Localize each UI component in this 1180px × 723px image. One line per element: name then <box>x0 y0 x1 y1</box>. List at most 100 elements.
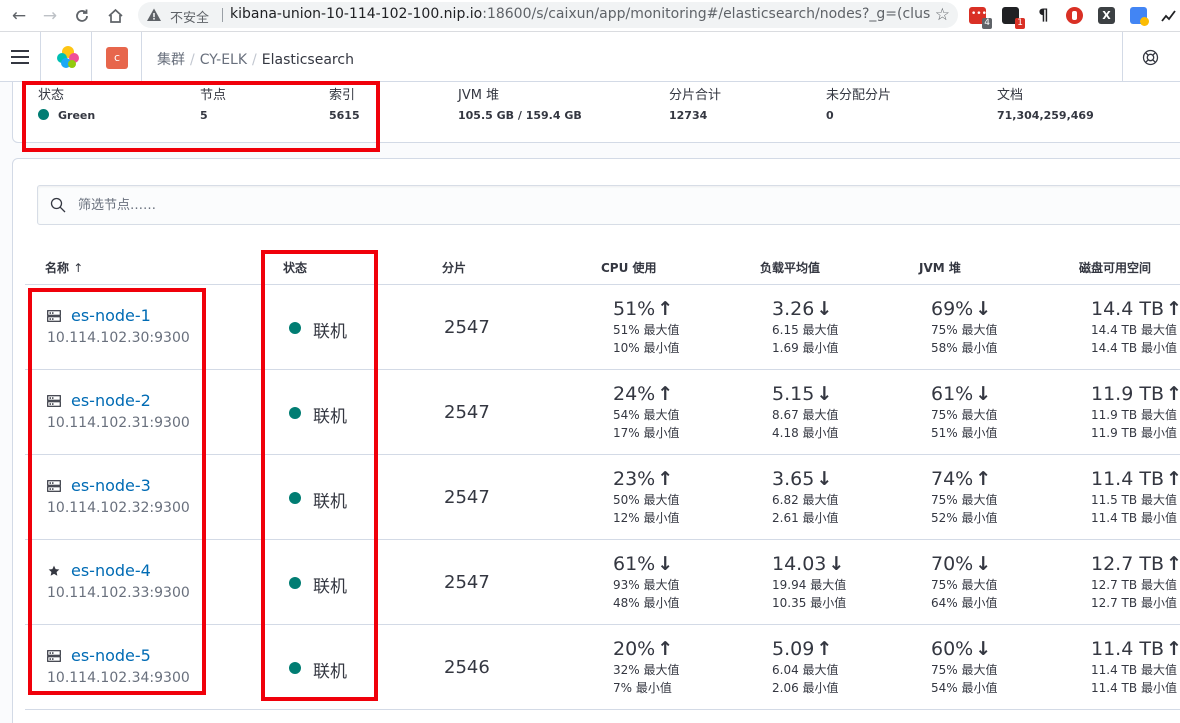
stat-value: 12734 <box>669 109 708 122</box>
trend-arrow-icon: ↑ <box>1166 638 1180 660</box>
trend-arrow-icon: ↓ <box>975 383 992 405</box>
url-text[interactable]: kibana-union-10-114-102-100.nip.io:18600… <box>230 6 930 22</box>
metric-max-label: 最大值 <box>643 493 680 507</box>
trend-arrow-icon: ↑ <box>657 468 674 490</box>
metric-jvm: 61% ↓ 75% 最大值 51% 最小值 <box>931 382 998 442</box>
node-filter[interactable] <box>37 185 1180 225</box>
metric-max-label: 最大值 <box>802 663 839 677</box>
adblock-extension-icon[interactable] <box>1066 7 1083 24</box>
column-header-jvm[interactable]: JVM 堆 <box>919 259 961 276</box>
metric-min-value: 11.4 TB <box>1091 511 1138 525</box>
metric-max-value: 75% <box>931 323 958 337</box>
metric-max-value: 32% <box>613 663 640 677</box>
metric-value: 11.4 TB <box>1091 468 1164 490</box>
breadcrumb-cluster[interactable]: 集群 <box>157 52 185 68</box>
pilcrow-extension-icon[interactable]: ¶ <box>1035 7 1052 24</box>
metric-value: 70% <box>931 553 974 575</box>
help-icon[interactable] <box>1142 49 1159 66</box>
kibana-logo-icon[interactable] <box>56 45 80 69</box>
metric-min-label: 最小值 <box>1140 596 1177 610</box>
trend-arrow-icon: ↑ <box>657 383 674 405</box>
metric-min-label: 最小值 <box>635 681 672 695</box>
metric-min-value: 7% <box>613 681 633 695</box>
trend-arrow-icon: ↓ <box>828 553 845 575</box>
metric-min-value: 54% <box>931 681 958 695</box>
stat-value: 105.5 GB / 159.4 GB <box>458 109 582 122</box>
extension-red-icon[interactable]: ••• 4 <box>969 7 992 29</box>
metric-min-label: 最小值 <box>1140 426 1177 440</box>
metric-value: 74% <box>931 468 974 490</box>
space-avatar[interactable]: c <box>106 47 128 69</box>
metric-value: 14.03 <box>772 553 827 575</box>
metric-max-label: 最大值 <box>802 323 839 337</box>
browser-toolbar: ← → 不安全 kibana-union-10-114-102-100.nip.… <box>0 0 1180 32</box>
metric-min-value: 48% <box>613 596 640 610</box>
metric-min-value: 51% <box>931 426 958 440</box>
filter-nodes-input[interactable] <box>78 186 1178 224</box>
stat-documents: 文档 71,304,259,469 <box>997 88 1094 124</box>
trend-arrow-icon: ↑ <box>975 468 992 490</box>
warning-icon[interactable] <box>146 7 162 23</box>
extension-dark-icon[interactable]: 1 <box>1002 7 1025 29</box>
metric-max-value: 6.82 <box>772 493 799 507</box>
node-shards: 2547 <box>444 487 490 508</box>
metric-max-value: 75% <box>931 663 958 677</box>
stat-value: 71,304,259,469 <box>997 109 1094 122</box>
column-header-load[interactable]: 负载平均值 <box>760 259 820 276</box>
metric-min-label: 最小值 <box>961 596 998 610</box>
node-shards: 2547 <box>444 317 490 338</box>
column-header-disk[interactable]: 磁盘可用空间 <box>1079 259 1151 276</box>
metric-max-label: 最大值 <box>643 408 680 422</box>
column-header-name[interactable]: 名称 ↑ <box>45 259 83 276</box>
metric-value: 14.4 TB <box>1091 298 1164 320</box>
metric-min-label: 最小值 <box>643 341 680 355</box>
metric-max-label: 最大值 <box>1140 663 1177 677</box>
metric-max-label: 最大值 <box>961 323 998 337</box>
bookmark-star-icon[interactable]: ☆ <box>935 5 950 25</box>
metric-cpu: 23% ↑ 50% 最大值 12% 最小值 <box>613 467 680 527</box>
metric-value: 12.7 TB <box>1091 553 1164 575</box>
metric-max-value: 6.04 <box>772 663 799 677</box>
stat-unassigned-shards: 未分配分片 0 <box>826 88 891 124</box>
trend-arrow-icon: ↑ <box>816 638 833 660</box>
reload-icon[interactable] <box>70 4 94 28</box>
metric-max-value: 54% <box>613 408 640 422</box>
metric-value: 51% <box>613 298 656 320</box>
metric-value: 3.26 <box>772 298 815 320</box>
document-extension-icon[interactable] <box>1130 7 1149 26</box>
breadcrumb-cluster-name[interactable]: CY-ELK <box>200 52 247 68</box>
column-header-shards[interactable]: 分片 <box>442 259 466 276</box>
chart-extension-icon[interactable] <box>1160 7 1177 24</box>
home-icon[interactable] <box>103 4 127 28</box>
back-arrow-icon[interactable]: ← <box>7 4 31 28</box>
metric-max-label: 最大值 <box>961 408 998 422</box>
metric-max-label: 最大值 <box>810 578 847 592</box>
metric-max-value: 75% <box>931 493 958 507</box>
metric-max-value: 19.94 <box>772 578 807 592</box>
extension-badge: 4 <box>982 18 992 29</box>
metric-min-label: 最小值 <box>802 426 839 440</box>
metric-min-label: 最小值 <box>643 596 680 610</box>
metric-max-label: 最大值 <box>643 578 680 592</box>
stat-value: 0 <box>826 109 834 122</box>
sort-ascending-icon: ↑ <box>73 261 84 275</box>
forward-arrow-icon[interactable]: → <box>38 4 62 28</box>
metric-max-value: 11.9 TB <box>1091 408 1138 422</box>
metric-min-label: 最小值 <box>1140 511 1177 525</box>
search-icon <box>50 197 66 213</box>
x-extension-icon[interactable]: X <box>1098 7 1115 24</box>
metric-min-value: 17% <box>613 426 640 440</box>
metric-max-label: 最大值 <box>1140 578 1177 592</box>
metric-value: 60% <box>931 638 974 660</box>
trend-arrow-icon: ↑ <box>1166 553 1180 575</box>
kibana-header: c 集群 / CY-ELK / Elasticsearch <box>0 32 1180 82</box>
url-host: kibana-union-10-114-102-100.nip.io <box>230 6 483 22</box>
trend-arrow-icon: ↑ <box>1166 298 1180 320</box>
column-header-cpu[interactable]: CPU 使用 <box>601 259 657 276</box>
menu-icon[interactable] <box>11 50 29 64</box>
metric-max-label: 最大值 <box>961 663 998 677</box>
trend-arrow-icon: ↓ <box>816 468 833 490</box>
address-bar[interactable]: 不安全 kibana-union-10-114-102-100.nip.io:1… <box>138 2 958 28</box>
metric-disk: 11.4 TB ↑ 11.4 TB 最大值 11.4 TB 最小值 <box>1091 637 1180 697</box>
omnibox-divider <box>222 8 223 22</box>
